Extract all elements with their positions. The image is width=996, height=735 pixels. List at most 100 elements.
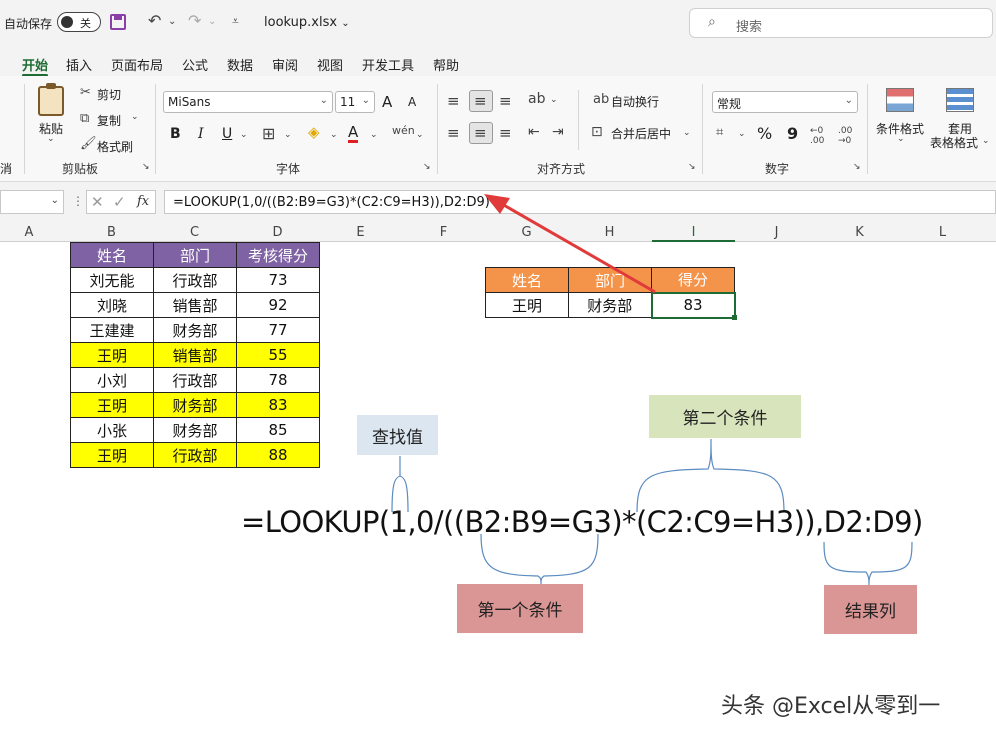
format-painter-button[interactable]: 格式刷	[97, 138, 133, 155]
alignment-group-label: 对齐方式	[537, 162, 586, 176]
group-separator	[24, 84, 25, 174]
brace-condition-1	[480, 533, 599, 585]
file-name[interactable]: lookup.xlsx ⌄	[264, 15, 350, 30]
conditional-dropdown-icon[interactable]: ⌄	[897, 134, 905, 144]
group-separator	[702, 84, 703, 174]
undo-dropdown-icon[interactable]: ⌄	[168, 16, 176, 27]
file-name-text: lookup.xlsx	[264, 15, 338, 30]
copy-icon[interactable]: ⧉	[80, 111, 89, 126]
currency-dropdown-icon[interactable]: ⌄	[738, 129, 746, 139]
tab-insert[interactable]: 插入	[66, 55, 92, 74]
align-top-icon[interactable]: ≡	[447, 92, 460, 110]
currency-icon[interactable]: ⌗	[716, 125, 723, 140]
redo-icon[interactable]: ↷	[188, 11, 201, 30]
bold-button[interactable]: B	[170, 126, 181, 142]
conditional-format-icon[interactable]	[886, 88, 914, 112]
brace-condition-2	[636, 438, 785, 513]
toggle-knob	[61, 16, 73, 28]
increase-decimal-icon[interactable]: ←0.00	[810, 126, 824, 146]
merge-center-icon[interactable]: ⊡	[591, 124, 603, 140]
clipboard-group-label: 剪贴板	[62, 162, 99, 176]
number-format-select[interactable]: 常规 ⌄	[712, 91, 858, 113]
redo-dropdown-icon[interactable]: ⌄	[208, 16, 216, 27]
shrink-font-button[interactable]: A	[408, 95, 416, 109]
scissors-icon[interactable]: ✂	[80, 85, 91, 100]
percent-button[interactable]: %	[757, 124, 772, 143]
tab-data[interactable]: 数据	[227, 55, 253, 74]
watermark: 头条 @Excel从零到一	[721, 694, 941, 719]
dialog-launcher-icon[interactable]: ↘	[142, 162, 150, 172]
format-painter-icon[interactable]: 🖌	[80, 136, 97, 151]
copy-dropdown-icon[interactable]: ⌄	[131, 112, 139, 122]
chevron-down-icon: ⌄	[319, 95, 328, 106]
font-size-value: 11	[340, 95, 356, 109]
fill-dropdown-icon[interactable]: ⌄	[330, 130, 338, 140]
brace-result-column	[823, 541, 913, 586]
number-group-label: 数字	[765, 162, 790, 176]
tab-help[interactable]: 帮助	[433, 55, 459, 74]
font-group-label: 字体	[276, 162, 301, 176]
undo-icon[interactable]: ↶	[148, 11, 161, 30]
merge-center-button[interactable]: 合并后居中	[611, 125, 671, 142]
underline-dropdown-icon[interactable]: ⌄	[240, 130, 248, 140]
font-name-select[interactable]: MiSans ⌄	[163, 91, 333, 113]
number-format-value: 常规	[717, 97, 742, 111]
wrap-text-icon[interactable]: ab	[593, 92, 609, 107]
paste-icon[interactable]	[38, 83, 64, 116]
orientation-dropdown-icon[interactable]: ⌄	[550, 95, 558, 105]
italic-button[interactable]: I	[198, 126, 204, 142]
tab-view[interactable]: 视图	[317, 55, 343, 74]
ribbon-tabs: 开始 插入 页面布局 公式 数据 审阅 视图 开发工具 帮助	[0, 46, 996, 77]
border-icon[interactable]: ⊞	[262, 124, 275, 143]
table-format-dropdown-icon[interactable]: ⌄	[982, 136, 990, 146]
align-bottom-icon[interactable]: ≡	[499, 92, 512, 110]
group-separator	[867, 84, 868, 174]
format-as-table-icon[interactable]	[946, 88, 974, 112]
fill-color-icon[interactable]: ◈	[308, 123, 320, 141]
border-dropdown-icon[interactable]: ⌄	[284, 130, 292, 140]
font-color-dropdown-icon[interactable]: ⌄	[370, 130, 378, 140]
merge-dropdown-icon[interactable]: ⌄	[683, 128, 691, 138]
align-left-icon[interactable]: ≡	[447, 124, 460, 142]
phonetic-icon[interactable]: wén	[392, 124, 415, 137]
search-input[interactable]: ⌕ 搜索	[689, 8, 993, 38]
underline-button[interactable]: U	[222, 126, 232, 142]
tab-developer[interactable]: 开发工具	[362, 55, 414, 74]
search-placeholder: 搜索	[736, 20, 763, 35]
dialog-launcher-icon[interactable]: ↘	[688, 162, 696, 172]
orientation-icon[interactable]: ab	[528, 91, 545, 107]
decrease-indent-icon[interactable]: ⇤	[528, 124, 540, 140]
red-arrow	[484, 194, 656, 294]
tab-review[interactable]: 审阅	[272, 55, 298, 74]
copy-button[interactable]: 复制	[97, 112, 121, 129]
big-formula: =LOOKUP(1,0/((B2:B9=G3)*(C2:C9=H3)),D2:D…	[241, 505, 923, 539]
dialog-launcher-icon[interactable]: ↘	[423, 162, 431, 172]
title-bar: 自动保存 关 ↶ ⌄ ↷ ⌄ ⩡ lookup.xlsx ⌄ ⌕ 搜索	[0, 0, 996, 46]
increase-indent-icon[interactable]: ⇥	[552, 124, 564, 140]
group-separator	[437, 84, 438, 174]
tab-page-layout[interactable]: 页面布局	[111, 55, 163, 74]
brace-lookup-value	[391, 456, 409, 513]
align-middle-icon: ≡	[474, 92, 487, 110]
tab-home[interactable]: 开始	[22, 55, 48, 74]
dialog-launcher-icon[interactable]: ↘	[853, 162, 861, 172]
grow-font-button[interactable]: A	[382, 93, 392, 111]
chevron-down-icon: ⌄	[341, 18, 350, 29]
worksheet[interactable]: 姓名 部门 考核得分 刘无能 行政部 73 刘晓 销售部 92 王建建 财务部 77 王明销…	[0, 194, 996, 735]
font-size-select[interactable]: 11 ⌄	[335, 91, 375, 113]
search-icon: ⌕	[708, 14, 716, 30]
cut-button[interactable]: 剪切	[97, 86, 121, 103]
format-as-table-label-2[interactable]: 表格格式	[930, 134, 978, 151]
tab-formulas[interactable]: 公式	[182, 55, 208, 74]
font-color-icon[interactable]: A	[348, 124, 359, 143]
save-icon[interactable]	[110, 14, 126, 30]
font-name-value: MiSans	[168, 95, 211, 109]
wrap-text-button[interactable]: 自动换行	[611, 93, 659, 110]
paste-dropdown-icon[interactable]: ⌄	[47, 134, 55, 144]
decrease-decimal-icon[interactable]: .00 →0	[838, 126, 852, 146]
autosave-toggle[interactable]: 关	[57, 12, 101, 32]
align-right-icon[interactable]: ≡	[499, 124, 512, 142]
customize-toolbar-icon[interactable]: ⩡	[232, 14, 239, 29]
phonetic-dropdown-icon[interactable]: ⌄	[416, 130, 424, 140]
comma-style-button[interactable]: 9	[787, 124, 798, 143]
